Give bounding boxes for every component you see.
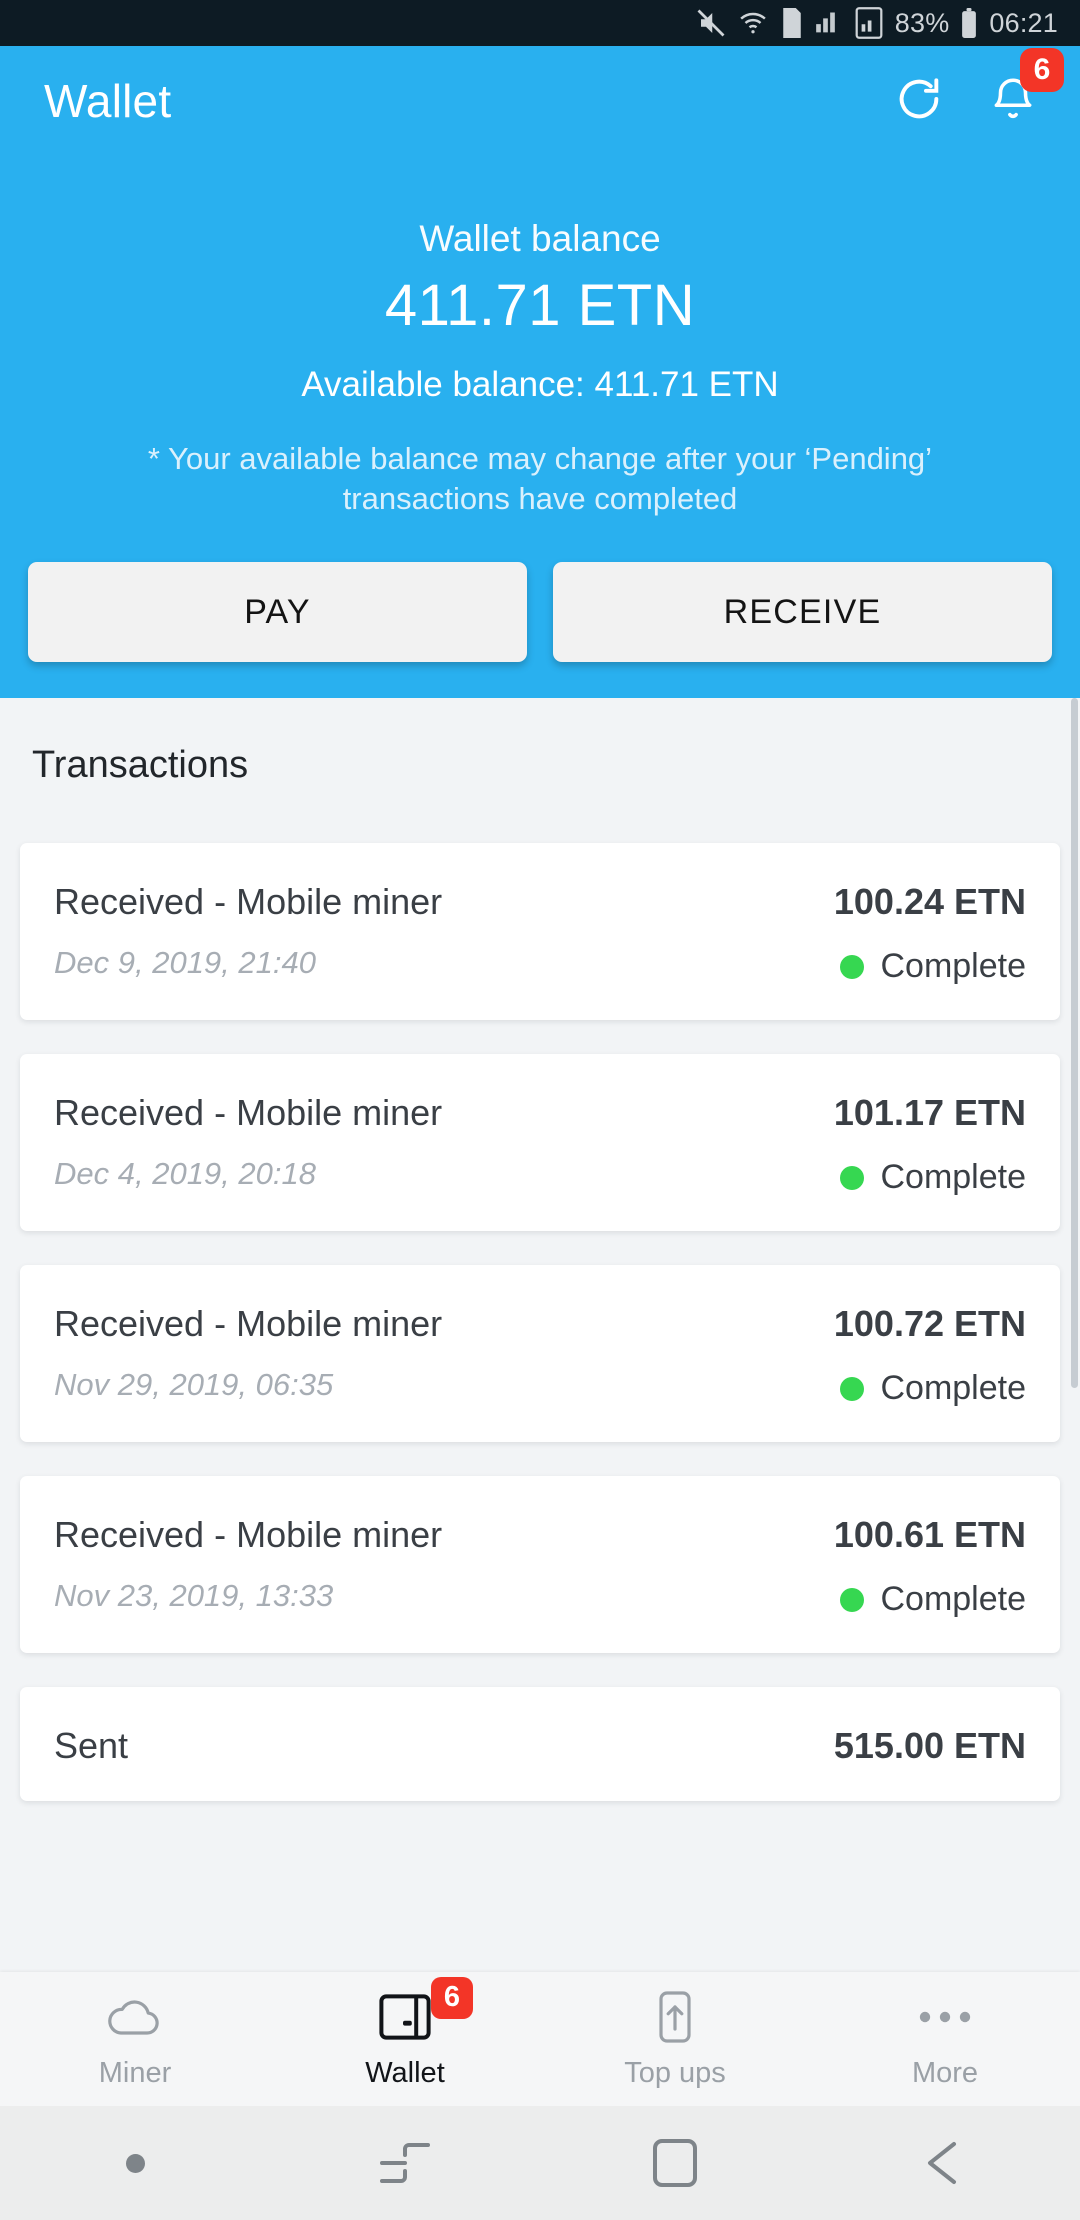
android-system-nav — [0, 2106, 1080, 2220]
battery-icon — [960, 8, 978, 38]
transaction-info: Received - Mobile miner Dec 9, 2019, 21:… — [54, 881, 442, 981]
transaction-info: Sent — [54, 1725, 128, 1767]
nav-item-miner[interactable]: Miner — [0, 1972, 270, 2106]
status-dot-icon — [840, 1165, 865, 1190]
transaction-meta: 100.24 ETN Complete — [834, 881, 1026, 986]
recents-icon[interactable] — [270, 2141, 540, 2185]
nav-item-more[interactable]: More — [810, 1972, 1080, 2106]
nav-item-wallet[interactable]: 6 Wallet — [270, 1972, 540, 2106]
status-bar: 83% 06:21 — [0, 0, 1080, 46]
nav-label-wallet: Wallet — [365, 2056, 445, 2089]
nav-label-topups: Top ups — [624, 2056, 726, 2089]
status-badge: Complete — [840, 947, 1026, 986]
refresh-icon — [893, 73, 945, 130]
available-balance: Available balance: 411.71 ETN — [301, 365, 779, 404]
battery-percent: 83% — [894, 7, 950, 38]
transaction-date: Nov 23, 2019, 13:33 — [54, 1578, 334, 1614]
app-bar: Wallet 6 — [0, 46, 1080, 156]
table-row[interactable]: Received - Mobile miner Dec 4, 2019, 20:… — [20, 1054, 1060, 1232]
transaction-amount: 101.17 ETN — [833, 1092, 1026, 1134]
back-icon[interactable] — [810, 2138, 1080, 2188]
wallet-header: Wallet 6 Wallet balance 411.71 ETN Avail… — [0, 46, 1080, 699]
signal-1-icon — [815, 9, 843, 37]
transaction-meta: 100.72 ETN Complete — [834, 1303, 1026, 1408]
status-label: Complete — [880, 1580, 1026, 1619]
transactions-list[interactable]: Received - Mobile miner Dec 9, 2019, 21:… — [0, 787, 1080, 1802]
status-dot-icon — [840, 1587, 865, 1612]
scrollbar[interactable] — [1071, 698, 1078, 1389]
transactions-section: Transactions Received - Mobile miner Dec… — [0, 698, 1080, 1802]
nav-item-topups[interactable]: Top ups — [540, 1972, 810, 2106]
wifi-icon — [737, 8, 769, 38]
balance-label: Wallet balance — [419, 218, 661, 259]
transaction-amount: 100.24 ETN — [833, 881, 1026, 923]
notifications-button[interactable]: 6 — [986, 48, 1064, 128]
transaction-date: Dec 4, 2019, 20:18 — [54, 1156, 316, 1192]
status-badge: Complete — [840, 1369, 1026, 1408]
status-badge: Complete — [840, 1158, 1026, 1197]
transaction-title: Received - Mobile miner — [54, 1092, 443, 1134]
home-icon[interactable] — [540, 2137, 810, 2189]
transaction-date: Nov 29, 2019, 06:35 — [54, 1367, 334, 1403]
status-dot-icon — [840, 954, 865, 979]
status-badge: Complete — [840, 1580, 1026, 1619]
balance-amount: 411.71 ETN — [384, 273, 696, 338]
transaction-date: Dec 9, 2019, 21:40 — [54, 945, 316, 981]
ellipsis-icon — [917, 1989, 973, 2045]
pay-button[interactable]: PAY — [28, 562, 527, 663]
wallet-icon: 6 — [379, 1976, 473, 2045]
clock: 06:21 — [989, 7, 1058, 38]
mute-icon — [696, 8, 726, 38]
pending-note: * Your available balance may change afte… — [147, 441, 933, 516]
status-label: Complete — [880, 1158, 1026, 1197]
transaction-meta: 515.00 ETN — [834, 1725, 1026, 1767]
transaction-amount: 100.61 ETN — [833, 1514, 1026, 1556]
refresh-button[interactable] — [892, 74, 946, 128]
app-bar-actions: 6 — [892, 48, 1064, 128]
table-row[interactable]: Received - Mobile miner Nov 23, 2019, 13… — [20, 1476, 1060, 1654]
table-row[interactable]: Received - Mobile miner Nov 29, 2019, 06… — [20, 1265, 1060, 1443]
nav-badge-wallet: 6 — [431, 1976, 473, 2019]
receive-button[interactable]: RECEIVE — [553, 562, 1052, 663]
transaction-meta: 101.17 ETN Complete — [834, 1092, 1026, 1197]
transaction-amount: 100.72 ETN — [833, 1303, 1026, 1345]
transaction-meta: 100.61 ETN Complete — [834, 1514, 1026, 1619]
balance-block: Wallet balance 411.71 ETN Available bala… — [0, 156, 1080, 518]
page-title: Wallet — [44, 75, 172, 127]
bottom-navigation: Miner 6 Wallet Top ups More — [0, 1972, 1080, 2106]
status-dot-icon — [840, 1376, 865, 1401]
nav-label-miner: Miner — [98, 2056, 172, 2089]
transaction-title: Sent — [54, 1725, 129, 1767]
signal-2-icon — [854, 7, 884, 39]
sim-card-icon — [780, 8, 804, 38]
status-label: Complete — [880, 947, 1026, 986]
table-row[interactable]: Sent 515.00 ETN — [20, 1687, 1060, 1802]
transaction-info: Received - Mobile miner Nov 23, 2019, 13… — [54, 1514, 442, 1614]
table-row[interactable]: Received - Mobile miner Dec 9, 2019, 21:… — [20, 843, 1060, 1021]
status-label: Complete — [880, 1369, 1026, 1408]
cloud-icon — [107, 1989, 163, 2045]
transaction-info: Received - Mobile miner Nov 29, 2019, 06… — [54, 1303, 442, 1403]
transactions-heading: Transactions — [32, 744, 249, 787]
phone-upload-icon — [653, 1989, 697, 2045]
app-screen: 83% 06:21 Wallet 6 Wallet balance 411.71… — [0, 0, 1080, 2220]
transaction-title: Received - Mobile miner — [54, 1514, 443, 1556]
action-row: PAY RECEIVE — [0, 518, 1080, 663]
nav-label-more: More — [911, 2056, 979, 2089]
transaction-info: Received - Mobile miner Dec 4, 2019, 20:… — [54, 1092, 442, 1192]
transaction-title: Received - Mobile miner — [54, 881, 443, 923]
dot-indicator-icon[interactable] — [0, 2153, 270, 2173]
transaction-amount: 515.00 ETN — [833, 1725, 1026, 1767]
transaction-title: Received - Mobile miner — [54, 1303, 443, 1345]
notifications-badge: 6 — [1020, 48, 1064, 92]
